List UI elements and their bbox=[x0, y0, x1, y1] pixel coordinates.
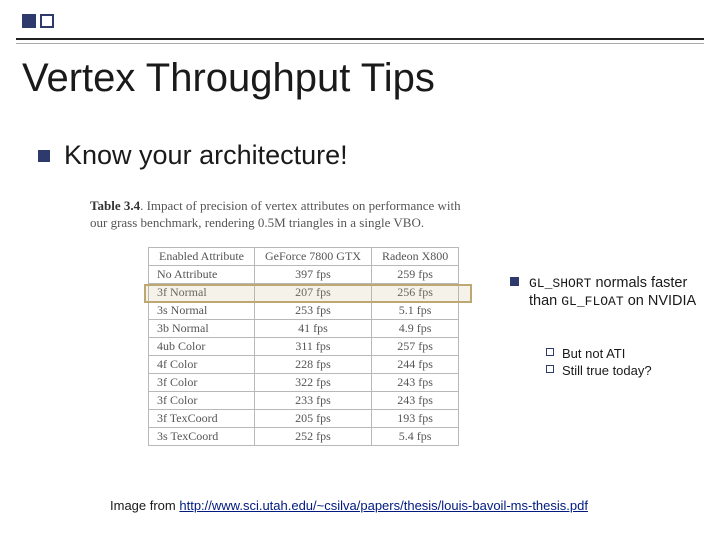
logo-square-filled bbox=[22, 14, 36, 28]
table-row: 3f Color322 fps243 fps bbox=[149, 374, 459, 392]
slide-title: Vertex Throughput Tips bbox=[22, 56, 435, 101]
sub-bullet: Still true today? bbox=[546, 362, 716, 380]
table-row: 3f TexCoord205 fps193 fps bbox=[149, 410, 459, 428]
sub-bullet: But not ATI bbox=[546, 345, 716, 363]
col-gf: GeForce 7800 GTX bbox=[254, 248, 371, 266]
bullet-text: Know your architecture! bbox=[64, 140, 348, 171]
bullet-level1: Know your architecture! bbox=[38, 140, 348, 171]
slide-logo bbox=[22, 14, 54, 28]
image-credit: Image from http://www.sci.utah.edu/~csil… bbox=[110, 498, 588, 513]
table-caption: Table 3.4. Impact of precision of vertex… bbox=[90, 198, 480, 232]
caption-body: . Impact of precision of vertex attribut… bbox=[90, 198, 461, 230]
code-gl-short: GL_SHORT bbox=[529, 276, 591, 291]
table-row: 4f Color228 fps244 fps bbox=[149, 356, 459, 374]
code-gl-float: GL_FLOAT bbox=[561, 294, 623, 309]
sub-text: Still true today? bbox=[562, 362, 652, 380]
bullet-note: GL_SHORT normals faster than GL_FLOAT on… bbox=[510, 274, 710, 311]
bullet-icon bbox=[510, 277, 519, 286]
note-text: GL_SHORT normals faster than GL_FLOAT on… bbox=[529, 274, 710, 311]
col-attr: Enabled Attribute bbox=[149, 248, 255, 266]
table-row: 3f Normal207 fps256 fps bbox=[149, 284, 459, 302]
sub-text: But not ATI bbox=[562, 345, 625, 363]
hollow-bullet-icon bbox=[546, 348, 554, 356]
table-row: 3s Normal253 fps5.1 fps bbox=[149, 302, 459, 320]
table-header-row: Enabled Attribute GeForce 7800 GTX Radeo… bbox=[149, 248, 459, 266]
table-row: No Attribute397 fps259 fps bbox=[149, 266, 459, 284]
credit-link[interactable]: http://www.sci.utah.edu/~csilva/papers/t… bbox=[179, 498, 588, 513]
caption-prefix: Table 3.4 bbox=[90, 198, 140, 213]
hollow-bullet-icon bbox=[546, 365, 554, 373]
table-row: 4ub Color311 fps257 fps bbox=[149, 338, 459, 356]
credit-prefix: Image from bbox=[110, 498, 179, 513]
rule-top bbox=[16, 38, 704, 40]
bullet-icon bbox=[38, 150, 50, 162]
table-row: 3f Color233 fps243 fps bbox=[149, 392, 459, 410]
rule-bottom bbox=[16, 43, 704, 44]
logo-square-hollow bbox=[40, 14, 54, 28]
perf-table: Enabled Attribute GeForce 7800 GTX Radeo… bbox=[148, 247, 459, 446]
table-row: 3b Normal41 fps4.9 fps bbox=[149, 320, 459, 338]
table-row: 3s TexCoord252 fps5.4 fps bbox=[149, 428, 459, 446]
col-rx: Radeon X800 bbox=[371, 248, 458, 266]
